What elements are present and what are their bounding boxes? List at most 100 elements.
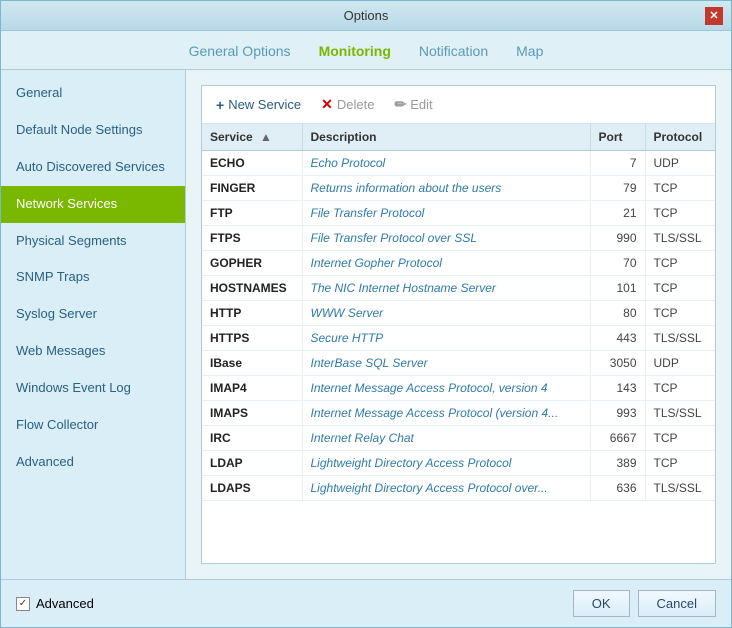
cell-service: HTTPS (202, 326, 302, 351)
cell-description: File Transfer Protocol (302, 201, 590, 226)
title-bar: Options ✕ (1, 1, 731, 31)
cell-port: 993 (590, 401, 645, 426)
cell-protocol: TCP (645, 301, 715, 326)
cell-port: 80 (590, 301, 645, 326)
cell-protocol: UDP (645, 151, 715, 176)
cell-description: Secure HTTP (302, 326, 590, 351)
table-row[interactable]: IBaseInterBase SQL Server3050UDP (202, 351, 715, 376)
col-description[interactable]: Description (302, 124, 590, 151)
table-row[interactable]: IMAP4Internet Message Access Protocol, v… (202, 376, 715, 401)
cell-protocol: TLS/SSL (645, 476, 715, 501)
tab-notification[interactable]: Notification (415, 41, 492, 61)
delete-button[interactable]: ✕ Delete (317, 94, 378, 115)
cell-description: Internet Message Access Protocol (versio… (302, 401, 590, 426)
cancel-button[interactable]: Cancel (638, 590, 716, 617)
col-service[interactable]: Service ▲ (202, 124, 302, 151)
cell-port: 70 (590, 251, 645, 276)
table-row[interactable]: IMAPSInternet Message Access Protocol (v… (202, 401, 715, 426)
sort-arrow-icon: ▲ (260, 130, 272, 144)
cell-service: IBase (202, 351, 302, 376)
table-row[interactable]: LDAPLightweight Directory Access Protoco… (202, 451, 715, 476)
cell-description: The NIC Internet Hostname Server (302, 276, 590, 301)
table-row[interactable]: ECHOEcho Protocol7UDP (202, 151, 715, 176)
cell-protocol: TCP (645, 426, 715, 451)
new-service-button[interactable]: + New Service (212, 95, 305, 115)
cell-port: 389 (590, 451, 645, 476)
table-row[interactable]: FINGERReturns information about the user… (202, 176, 715, 201)
cell-description: Internet Message Access Protocol, versio… (302, 376, 590, 401)
sidebar-item-default-node-settings[interactable]: Default Node Settings (1, 112, 185, 149)
cell-service: GOPHER (202, 251, 302, 276)
cell-service: ECHO (202, 151, 302, 176)
tab-monitoring[interactable]: Monitoring (315, 41, 395, 61)
table-row[interactable]: FTPFile Transfer Protocol21TCP (202, 201, 715, 226)
tab-bar: General Options Monitoring Notification … (1, 31, 731, 70)
tab-map[interactable]: Map (512, 41, 547, 61)
cell-protocol: TLS/SSL (645, 226, 715, 251)
delete-icon: ✕ (321, 96, 333, 113)
footer-buttons: OK Cancel (573, 590, 716, 617)
cell-description: InterBase SQL Server (302, 351, 590, 376)
sidebar-item-advanced[interactable]: Advanced (1, 444, 185, 481)
cell-protocol: TCP (645, 176, 715, 201)
col-protocol[interactable]: Protocol (645, 124, 715, 151)
advanced-checkbox[interactable] (16, 597, 30, 611)
sidebar-item-web-messages[interactable]: Web Messages (1, 333, 185, 370)
sidebar-item-snmp-traps[interactable]: SNMP Traps (1, 259, 185, 296)
edit-button[interactable]: ✏ Edit (390, 94, 436, 115)
cell-port: 6667 (590, 426, 645, 451)
services-table-container[interactable]: Service ▲ Description Port (202, 124, 715, 563)
cell-protocol: TLS/SSL (645, 401, 715, 426)
advanced-label: Advanced (36, 596, 94, 611)
table-row[interactable]: FTPSFile Transfer Protocol over SSL990TL… (202, 226, 715, 251)
plus-icon: + (216, 97, 224, 113)
window-title: Options (27, 8, 705, 23)
toolbar: + New Service ✕ Delete ✏ Edit (202, 86, 715, 124)
cell-service: FTPS (202, 226, 302, 251)
cell-description: File Transfer Protocol over SSL (302, 226, 590, 251)
cell-port: 143 (590, 376, 645, 401)
sidebar: General Default Node Settings Auto Disco… (1, 70, 186, 579)
cell-description: Returns information about the users (302, 176, 590, 201)
sidebar-item-windows-event-log[interactable]: Windows Event Log (1, 370, 185, 407)
close-button[interactable]: ✕ (705, 7, 723, 25)
cell-port: 101 (590, 276, 645, 301)
sidebar-item-network-services[interactable]: Network Services (1, 186, 185, 223)
table-row[interactable]: HTTPSSecure HTTP443TLS/SSL (202, 326, 715, 351)
table-row[interactable]: LDAPSLightweight Directory Access Protoc… (202, 476, 715, 501)
sidebar-item-flow-collector[interactable]: Flow Collector (1, 407, 185, 444)
cell-service: LDAPS (202, 476, 302, 501)
table-row[interactable]: GOPHERInternet Gopher Protocol70TCP (202, 251, 715, 276)
table-row[interactable]: HTTPWWW Server80TCP (202, 301, 715, 326)
col-port[interactable]: Port (590, 124, 645, 151)
main-window: Options ✕ General Options Monitoring Not… (0, 0, 732, 628)
cell-port: 3050 (590, 351, 645, 376)
content-area: General Default Node Settings Auto Disco… (1, 70, 731, 579)
table-row[interactable]: HOSTNAMESThe NIC Internet Hostname Serve… (202, 276, 715, 301)
tab-general-options[interactable]: General Options (185, 41, 295, 61)
cell-port: 21 (590, 201, 645, 226)
ok-button[interactable]: OK (573, 590, 630, 617)
cell-protocol: TLS/SSL (645, 326, 715, 351)
cell-protocol: UDP (645, 351, 715, 376)
table-row[interactable]: IRCInternet Relay Chat6667TCP (202, 426, 715, 451)
sidebar-item-general[interactable]: General (1, 75, 185, 112)
cell-port: 7 (590, 151, 645, 176)
cell-service: HTTP (202, 301, 302, 326)
edit-icon: ✏ (394, 96, 406, 113)
table-header-row: Service ▲ Description Port (202, 124, 715, 151)
cell-protocol: TCP (645, 276, 715, 301)
cell-port: 443 (590, 326, 645, 351)
cell-description: Internet Relay Chat (302, 426, 590, 451)
cell-service: FINGER (202, 176, 302, 201)
cell-port: 636 (590, 476, 645, 501)
cell-protocol: TCP (645, 251, 715, 276)
sidebar-item-physical-segments[interactable]: Physical Segments (1, 223, 185, 260)
cell-port: 990 (590, 226, 645, 251)
sidebar-item-auto-discovered-services[interactable]: Auto Discovered Services (1, 149, 185, 186)
cell-description: Lightweight Directory Access Protocol (302, 451, 590, 476)
cell-port: 79 (590, 176, 645, 201)
sidebar-item-syslog-server[interactable]: Syslog Server (1, 296, 185, 333)
services-table: Service ▲ Description Port (202, 124, 715, 501)
cell-description: Internet Gopher Protocol (302, 251, 590, 276)
